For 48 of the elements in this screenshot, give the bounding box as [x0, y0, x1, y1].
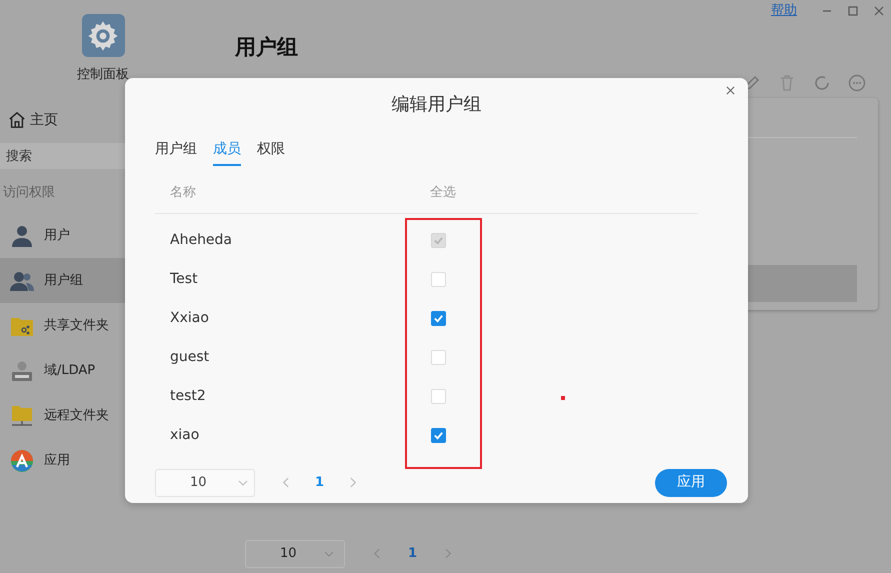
home-icon — [8, 111, 26, 129]
app-label: 控制面板 — [77, 66, 129, 84]
sidebar-item[interactable]: 用户组 — [0, 258, 125, 303]
more-button[interactable] — [848, 74, 866, 92]
sidebar-item[interactable]: 应用 — [0, 438, 125, 483]
member-name: Test — [169, 270, 199, 288]
checkbox[interactable] — [431, 310, 446, 326]
maximize-icon[interactable] — [847, 5, 859, 17]
member-name: Aheheda — [169, 230, 234, 250]
sidebar-item[interactable]: 用户 — [0, 213, 125, 258]
page-size-select[interactable]: 10 — [245, 540, 345, 568]
close-icon[interactable] — [873, 5, 885, 17]
user-icon — [10, 224, 34, 248]
home-link[interactable]: 主页 — [30, 110, 58, 130]
directory-server-icon — [10, 358, 34, 382]
check-icon — [433, 234, 444, 246]
search-field[interactable]: 搜索 — [0, 143, 125, 169]
member-name: test2 — [169, 386, 207, 406]
member-name: guest — [169, 348, 210, 366]
apply-button[interactable]: 应用 — [655, 468, 727, 496]
caret-icon — [238, 480, 248, 486]
app-store-icon — [10, 448, 34, 472]
sidebar-item[interactable]: 共享文件夹 — [0, 303, 125, 348]
column-header: 名称 — [169, 184, 197, 202]
next-page-icon — [350, 477, 358, 488]
caret-icon — [324, 550, 334, 556]
tab[interactable]: 权限 — [257, 139, 285, 166]
member-name: xiao — [169, 426, 200, 444]
dialog-title: 编辑用户组 — [390, 93, 482, 117]
check-icon — [433, 430, 444, 440]
section-heading: 访问权限 — [2, 184, 56, 202]
tab[interactable]: 成员 — [213, 139, 241, 166]
page-number[interactable]: 1 — [315, 472, 324, 492]
tab[interactable]: 用户组 — [155, 139, 197, 166]
control-panel-icon[interactable] — [82, 14, 124, 57]
refresh-button[interactable] — [813, 74, 831, 92]
check-icon — [433, 312, 444, 324]
network-folder-icon — [10, 404, 34, 428]
sidebar-item[interactable]: 域/LDAP — [0, 348, 125, 393]
page-size-select[interactable]: 10 — [155, 468, 255, 496]
previous-page-icon — [373, 548, 380, 559]
sidebar-item[interactable]: 远程文件夹 — [0, 393, 125, 438]
previous-page-icon — [282, 477, 289, 488]
gear-icon — [87, 20, 119, 52]
page-title: 用户组 — [235, 34, 299, 61]
member-name: Xxiao — [169, 308, 210, 328]
checkbox[interactable] — [431, 428, 446, 442]
next-page-icon — [445, 548, 452, 559]
